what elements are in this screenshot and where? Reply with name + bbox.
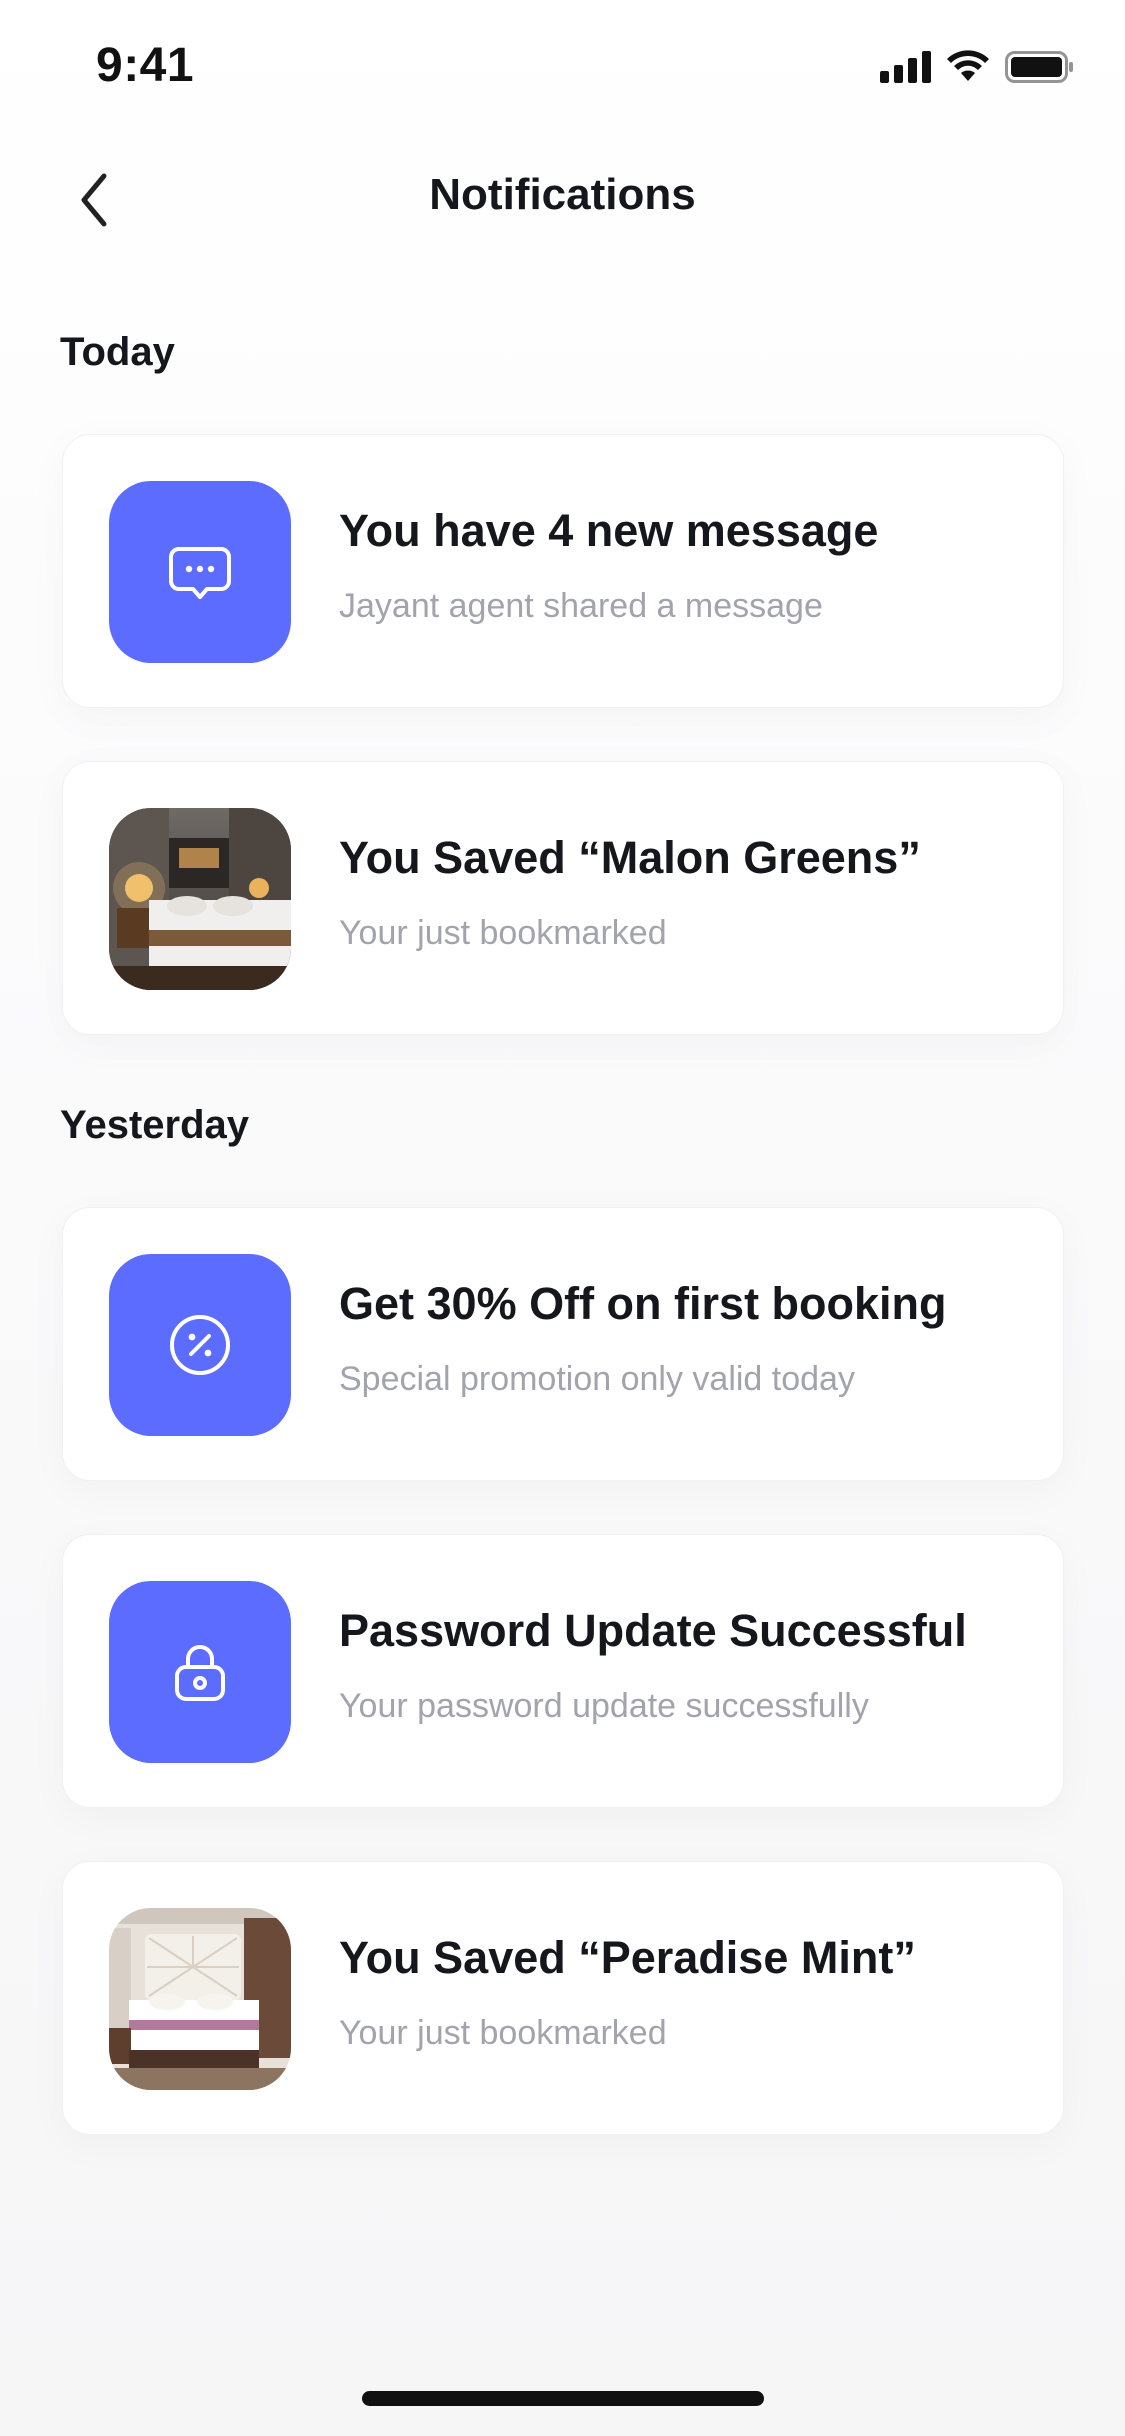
status-icons [880,50,1075,84]
notification-subtitle: Special promotion only valid today [339,1360,855,1398]
notification-title: Password Update Successful [339,1605,967,1656]
notification-card[interactable]: You have 4 new message Jayant agent shar… [62,434,1064,708]
notification-title: You Saved “Malon Greens” [339,832,921,883]
signal-icon [880,51,931,83]
notification-card[interactable]: Get 30% Off on first booking Special pro… [62,1207,1064,1481]
lock-icon [109,1581,291,1763]
notification-subtitle: Your password update successfully [339,1687,869,1725]
wifi-icon [945,50,991,84]
notification-title: Get 30% Off on first booking [339,1278,947,1329]
hotel-room-photo [109,808,291,990]
status-bar: 9:41 [0,0,1125,140]
home-indicator[interactable] [362,2391,764,2406]
page-title: Notifications [429,170,696,219]
notification-card[interactable]: You Saved “Malon Greens” Your just bookm… [62,761,1064,1035]
chat-bubble-icon [109,481,291,663]
section-label-today: Today [60,330,175,374]
notification-subtitle: Your just bookmarked [339,2014,667,2052]
battery-icon [1005,50,1075,84]
section-label-yesterday: Yesterday [60,1103,250,1147]
notification-card[interactable]: You Saved “Peradise Mint” Your just book… [62,1861,1064,2135]
notification-title: You Saved “Peradise Mint” [339,1932,916,1983]
notification-subtitle: Your just bookmarked [339,914,667,952]
header: Notifications [0,150,1125,250]
notification-card[interactable]: Password Update Successful Your password… [62,1534,1064,1808]
percent-badge-icon [109,1254,291,1436]
notification-title: You have 4 new message [339,505,879,556]
hotel-room-photo [109,1908,291,2090]
notification-subtitle: Jayant agent shared a message [339,587,823,625]
notifications-screen: 9:41 Notifications Today You have 4 new … [0,0,1125,2436]
status-time: 9:41 [96,39,195,92]
